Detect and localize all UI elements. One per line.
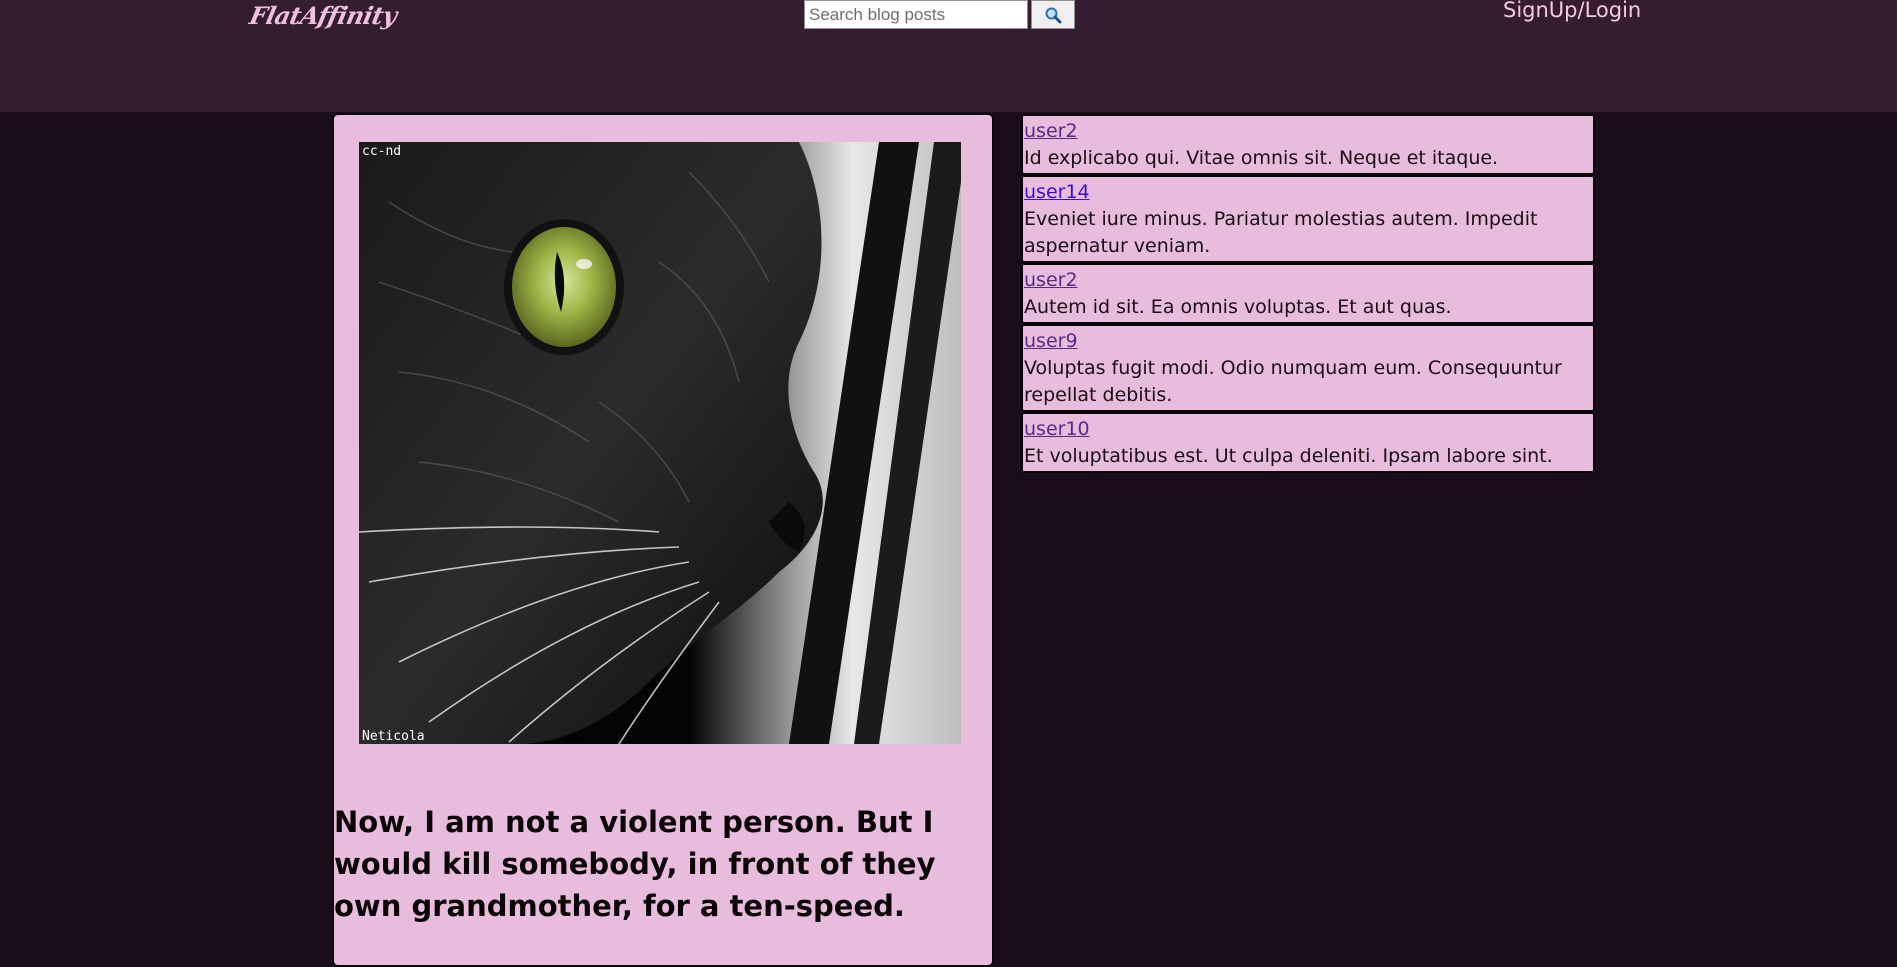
comment-text: Id explicabo qui. Vitae omnis sit. Neque…: [1024, 147, 1499, 169]
comment-text: Voluptas fugit modi. Odio numquam eum. C…: [1024, 357, 1562, 406]
comment-item: user10 Et voluptatibus est. Ut culpa del…: [1021, 412, 1595, 473]
comment-text: Et voluptatibus est. Ut culpa deleniti. …: [1024, 445, 1553, 467]
magnifier-icon: [1045, 7, 1062, 23]
image-watermark-bottom: Neticola: [362, 729, 425, 744]
comments-list: user2 Id explicabo qui. Vitae omnis sit.…: [1021, 114, 1595, 473]
blog-post-card: cc-nd Neticola Now, I am not a violent p…: [332, 113, 994, 967]
comment-user-link[interactable]: user14: [1024, 179, 1593, 206]
comment-item: user9 Voluptas fugit modi. Odio numquam …: [1021, 324, 1595, 412]
search-input[interactable]: [804, 0, 1028, 29]
comment-item: user14 Eveniet iure minus. Pariatur mole…: [1021, 175, 1595, 263]
comment-item: user2 Id explicabo qui. Vitae omnis sit.…: [1021, 114, 1595, 175]
comment-user-link[interactable]: user9: [1024, 328, 1593, 355]
post-image: cc-nd Neticola: [359, 142, 961, 744]
post-title: Now, I am not a violent person. But I wo…: [334, 805, 936, 923]
comment-user-link[interactable]: user10: [1024, 416, 1593, 443]
site-logo[interactable]: FlatAffinity: [247, 1, 400, 30]
top-navigation-bar: FlatAffinity SignUp/Login: [0, 0, 1897, 112]
comment-text: Autem id sit. Ea omnis voluptas. Et aut …: [1024, 296, 1452, 318]
search-button[interactable]: [1031, 0, 1075, 29]
comment-text: Eveniet iure minus. Pariatur molestias a…: [1024, 208, 1538, 257]
image-watermark-top: cc-nd: [362, 144, 401, 159]
comment-item: user2 Autem id sit. Ea omnis voluptas. E…: [1021, 263, 1595, 324]
comment-user-link[interactable]: user2: [1024, 118, 1593, 145]
signup-login-link[interactable]: SignUp/Login: [1503, 0, 1641, 22]
search-form: [804, 0, 1075, 29]
comment-user-link[interactable]: user2: [1024, 267, 1593, 294]
